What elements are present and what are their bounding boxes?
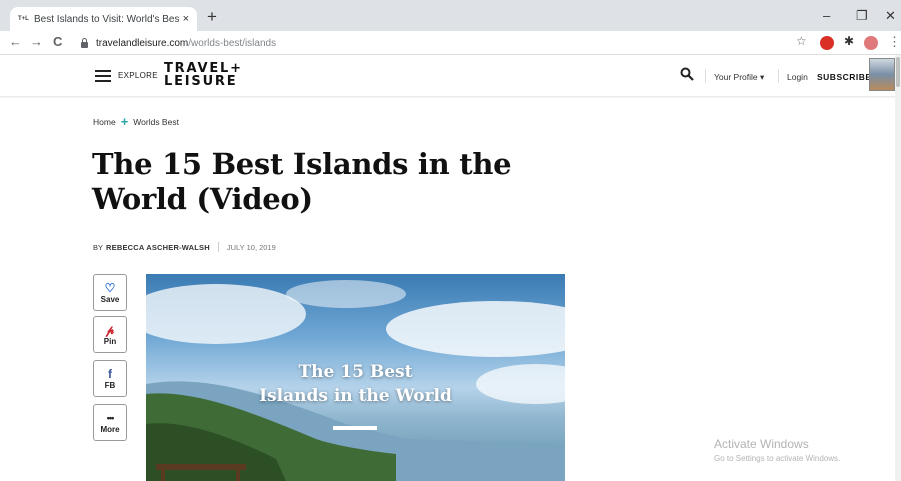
reload-icon[interactable]: C — [53, 34, 62, 49]
window-close-icon[interactable]: ✕ — [885, 8, 896, 24]
login-link[interactable]: Login — [787, 72, 808, 82]
extensions-puzzle-icon[interactable]: ✱ — [844, 34, 854, 48]
breadcrumb-section[interactable]: Worlds Best — [133, 117, 179, 127]
heart-icon: ♡ — [104, 280, 116, 295]
fb-label: FB — [104, 380, 116, 390]
hero-video[interactable]: The 15 Best Islands in the World — [146, 274, 565, 481]
magazine-cover-thumbnail[interactable] — [869, 58, 895, 91]
search-icon[interactable] — [680, 67, 694, 81]
pinterest-icon: 𝓅 — [105, 322, 115, 337]
byline: BY REBECCA ASCHER-WALSH JULY 10, 2019 — [93, 242, 276, 252]
new-tab-button[interactable]: + — [207, 8, 217, 25]
publish-date: JULY 10, 2019 — [226, 242, 276, 252]
breadcrumb: Home + Worlds Best — [93, 114, 179, 129]
profile-avatar-icon[interactable] — [864, 36, 878, 50]
url-host: travelandleisure.com — [96, 37, 189, 49]
forward-arrow-icon[interactable]: → — [30, 34, 43, 49]
more-label: More — [100, 424, 120, 434]
tab-title: Best Islands to Visit: World's Best — [34, 13, 179, 25]
hamburger-menu-icon[interactable] — [95, 70, 111, 82]
hero-caption: The 15 Best Islands in the World — [146, 360, 565, 408]
your-profile-link[interactable]: Your Profile ▾ — [714, 72, 764, 83]
minimize-icon[interactable]: – — [823, 8, 830, 23]
save-button[interactable]: ♡ Save — [93, 274, 127, 311]
tab-close-icon[interactable]: × — [183, 13, 189, 25]
plus-icon: + — [120, 114, 129, 129]
watermark-title: Activate Windows — [714, 437, 809, 451]
chevron-down-icon: ▾ — [760, 72, 765, 82]
more-button[interactable]: ••• More — [93, 404, 127, 441]
divider — [217, 242, 219, 252]
tab-strip: T+L Best Islands to Visit: World's Best … — [0, 0, 901, 31]
save-label: Save — [100, 294, 120, 304]
page-scrollbar[interactable] — [895, 55, 901, 481]
site-logo[interactable]: TRAVEL+ LEISURE — [164, 62, 243, 88]
breadcrumb-home[interactable]: Home — [93, 117, 116, 127]
windows-activation-watermark: Activate Windows Go to Settings to activ… — [714, 437, 840, 463]
pin-label: Pin — [103, 336, 117, 346]
explore-link[interactable]: EXPLORE — [118, 71, 158, 80]
browser-tab[interactable]: T+L Best Islands to Visit: World's Best … — [10, 7, 197, 31]
maximize-icon[interactable]: ❐ — [856, 8, 868, 24]
more-dots-icon: ••• — [106, 412, 115, 423]
back-arrow-icon[interactable]: ← — [9, 34, 22, 49]
site-favicon-icon: T+L — [18, 16, 29, 22]
hero-line-1: The 15 Best — [298, 362, 413, 382]
watermark-subtitle: Go to Settings to activate Windows. — [714, 454, 841, 463]
facebook-button[interactable]: f FB — [93, 360, 127, 397]
scrollbar-thumb[interactable] — [896, 57, 900, 87]
extension-icon[interactable] — [820, 36, 834, 50]
url-field[interactable]: travelandleisure.com /worlds-best/island… — [80, 34, 820, 52]
url-path: /worlds-best/islands — [188, 37, 277, 49]
lock-icon[interactable] — [80, 38, 88, 48]
divider — [705, 69, 706, 83]
author-link[interactable]: REBECCA ASCHER-WALSH — [106, 243, 210, 252]
subscribe-link[interactable]: SUBSCRIBE — [817, 72, 872, 82]
byline-prefix: BY — [93, 242, 104, 252]
logo-line-2: LEISURE — [164, 74, 238, 89]
page-title: The 15 Best Islands in the World (Video) — [92, 147, 512, 216]
hero-line-2: Islands in the World — [259, 386, 452, 406]
divider — [778, 69, 779, 83]
pin-button[interactable]: 𝓅 Pin — [93, 316, 127, 353]
address-bar: ← → C travelandleisure.com /worlds-best/… — [0, 31, 901, 55]
bookmark-star-icon[interactable]: ☆ — [796, 34, 807, 48]
site-header: EXPLORE TRAVEL+ LEISURE Your Profile ▾ L… — [0, 55, 901, 96]
hero-underline — [333, 426, 377, 430]
your-profile-label: Your Profile — [714, 72, 758, 82]
facebook-icon: f — [108, 366, 112, 381]
browser-menu-icon[interactable]: ⋮ — [888, 34, 901, 50]
